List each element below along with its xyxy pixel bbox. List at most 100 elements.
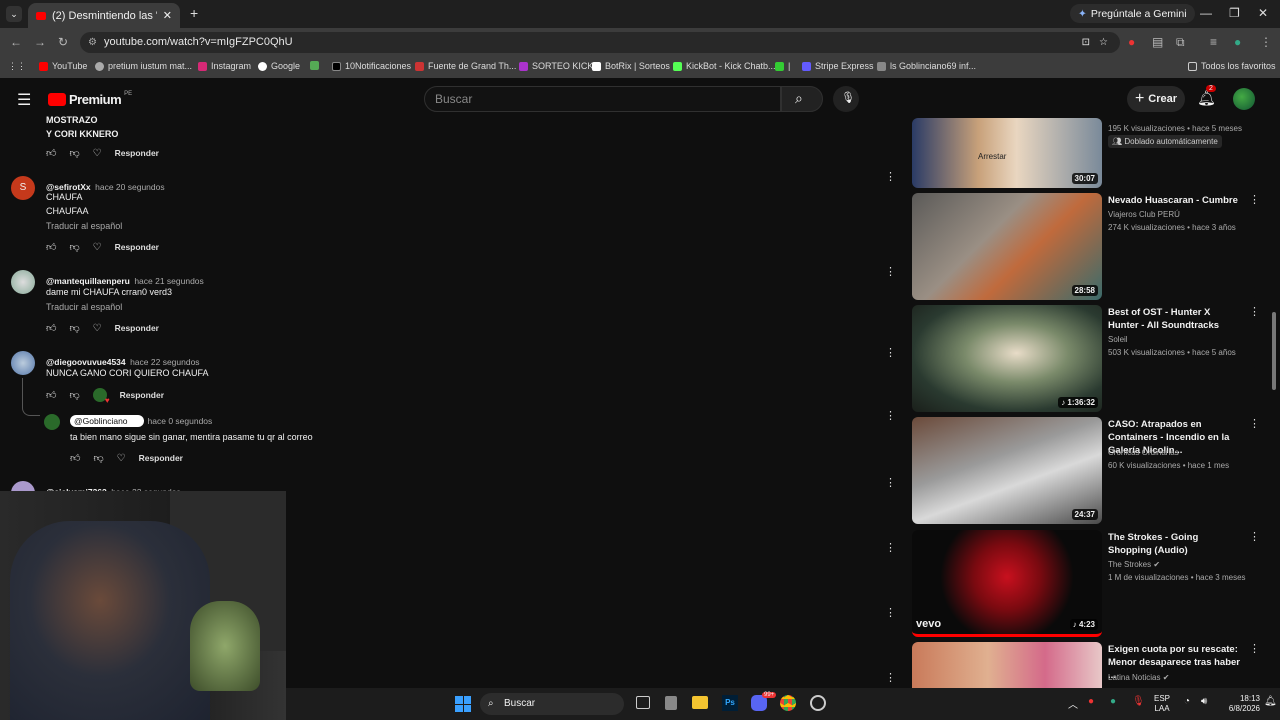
comment-menu-icon[interactable]: ⋮ (885, 478, 896, 489)
reply-button[interactable]: Responder (115, 323, 159, 333)
extension-icon[interactable]: ● (1128, 35, 1135, 49)
new-tab-button[interactable]: + (190, 5, 198, 21)
profile-avatar-icon[interactable]: ● (1234, 35, 1241, 49)
comment-menu-icon[interactable]: ⋮ (885, 172, 896, 183)
bookmark-youtube[interactable]: YouTube (39, 61, 87, 71)
heart-icon[interactable]: ♡ (93, 323, 102, 334)
like-icon[interactable]: 👍︎ (46, 389, 56, 401)
bookmark-pretium[interactable]: pretium iustum mat... (95, 61, 192, 71)
search-button[interactable]: ⌕ (781, 86, 823, 112)
video-channel[interactable]: Latina Noticias ✔ (1108, 671, 1169, 684)
youtube-logo[interactable]: Premium PE (48, 91, 132, 107)
extensions-puzzle-icon[interactable]: ⧉ (1176, 35, 1185, 50)
task-view-icon[interactable] (636, 696, 650, 709)
reply-button[interactable]: Responder (139, 453, 183, 463)
url-input[interactable]: ⚙ youtube.com/watch?v=mIgFZPC0QhU ⊡ ☆ (80, 32, 1120, 53)
reply-button[interactable]: Responder (115, 148, 159, 158)
comment-time[interactable]: hace 20 segundos (95, 182, 164, 192)
translate-link[interactable]: Traducir al español (46, 221, 122, 231)
heart-icon[interactable]: ♡ (93, 148, 102, 159)
dislike-icon[interactable]: 👎︎ (93, 452, 103, 464)
bookmark-instagram[interactable]: Instagram (198, 61, 251, 71)
tray-icon[interactable]: ● (1110, 696, 1116, 707)
video-title[interactable]: Nevado Huascaran - Cumbre (1108, 194, 1243, 207)
clock[interactable]: 18:13 6/8/2026 (1216, 694, 1260, 714)
video-title[interactable]: The Strokes - Going Shopping (Audio) (1108, 531, 1243, 557)
bookmark-star-icon[interactable]: ☆ (1099, 32, 1108, 53)
like-icon[interactable]: 👍︎ (46, 147, 56, 159)
video-thumbnail[interactable]: 24:37 (912, 417, 1102, 524)
video-thumbnail[interactable]: 28:58 (912, 193, 1102, 300)
wifi-icon[interactable]: ◔ (1184, 696, 1190, 707)
site-info-icon[interactable]: ⚙ (88, 32, 97, 53)
avatar[interactable] (44, 414, 60, 430)
voice-search-button[interactable]: 🎙 (833, 86, 859, 112)
comment-time[interactable]: hace 0 segundos (148, 416, 213, 426)
video-thumbnail[interactable]: ♪ 1:36:32 (912, 305, 1102, 412)
reply-button[interactable]: Responder (115, 242, 159, 252)
back-icon[interactable]: ← (10, 35, 22, 49)
bookmark-google[interactable]: Google (258, 61, 300, 71)
video-menu-icon[interactable]: ⋮ (1249, 419, 1260, 430)
media-icon[interactable]: ≡ (1210, 35, 1217, 49)
video-title[interactable]: Best of OST - Hunter X Hunter - All Soun… (1108, 306, 1243, 332)
video-thumbnail[interactable]: vevo ♪ 4:23 (912, 530, 1102, 637)
extension2-icon[interactable]: ▤ (1152, 35, 1163, 49)
video-thumbnail[interactable]: Arrestar 30:07 (912, 118, 1102, 188)
reply-button[interactable]: Responder (120, 390, 164, 400)
video-menu-icon[interactable]: ⋮ (1249, 195, 1260, 206)
scrollbar-thumb[interactable] (1272, 312, 1276, 390)
tray-overflow-icon[interactable]: ︿ (1068, 696, 1078, 711)
translate-link[interactable]: Traducir al español (46, 302, 122, 312)
avatar[interactable] (11, 351, 35, 375)
forward-icon[interactable]: → (34, 35, 46, 49)
bookmark-goblinciano[interactable]: ls Goblinciano69 inf... (877, 61, 976, 71)
video-channel[interactable]: Crónicas Ordinarias (1108, 446, 1179, 459)
bookmark-x[interactable]: 10Notificaciones (332, 61, 411, 71)
comment-menu-icon[interactable]: ⋮ (885, 608, 896, 619)
account-avatar[interactable] (1233, 88, 1255, 110)
search-input[interactable]: Buscar (424, 86, 781, 112)
restore-icon[interactable]: ❐ (1229, 6, 1240, 20)
taskbar-search[interactable]: ⌕ Buscar (480, 693, 624, 715)
app-icon-2[interactable] (810, 695, 826, 711)
heart-icon[interactable]: ♡ (117, 453, 126, 464)
comment-menu-icon[interactable]: ⋮ (885, 267, 896, 278)
close-window-icon[interactable]: ✕ (1258, 6, 1268, 20)
gemini-button[interactable]: ✦ Pregúntale a Gemini (1070, 4, 1195, 23)
volume-icon[interactable]: 🔊︎ (1201, 696, 1207, 707)
heart-icon[interactable]: ♡ (93, 242, 102, 253)
like-icon[interactable]: 👍︎ (46, 241, 56, 253)
avatar[interactable]: S (11, 176, 35, 200)
like-icon[interactable]: 👍︎ (70, 452, 80, 464)
notification-bell-icon[interactable]: 🔔︎ (1264, 696, 1277, 707)
all-bookmarks[interactable]: Todos los favoritos (1188, 61, 1276, 71)
notifications-bell-icon[interactable]: 🔔︎ 2 (1197, 85, 1216, 107)
dislike-icon[interactable]: 👎︎ (69, 389, 79, 401)
dislike-icon[interactable]: 👎︎ (69, 241, 79, 253)
like-icon[interactable]: 👍︎ (46, 322, 56, 334)
bookmark-sorteo[interactable]: SORTEO KICK (519, 61, 593, 71)
dislike-icon[interactable]: 👎︎ (69, 322, 79, 334)
comment-menu-icon[interactable]: ⋮ (885, 543, 896, 554)
reload-icon[interactable]: ↻ (58, 35, 68, 49)
comment-menu-icon[interactable]: ⋮ (885, 411, 896, 422)
create-button[interactable]: + Crear (1127, 86, 1185, 112)
video-menu-icon[interactable]: ⋮ (1249, 307, 1260, 318)
photoshop-icon[interactable]: Ps (722, 695, 738, 711)
avatar[interactable] (11, 270, 35, 294)
comment-menu-icon[interactable]: ⋮ (885, 348, 896, 359)
video-thumbnail[interactable] (912, 642, 1102, 688)
windows-start-icon[interactable] (455, 696, 471, 712)
hamburger-menu-icon[interactable]: ☰ (17, 90, 31, 110)
video-channel[interactable]: Soleil (1108, 333, 1128, 346)
close-tab-icon[interactable]: ✕ (163, 9, 172, 22)
language-indicator[interactable]: ESP LAA (1154, 694, 1170, 714)
apps-grid-icon[interactable]: ⋮⋮ (8, 61, 26, 72)
video-channel[interactable]: The Strokes ✔ (1108, 558, 1160, 571)
bookmark-unknown[interactable] (310, 61, 319, 70)
creator-badge[interactable]: @Goblinciano (70, 415, 144, 427)
dislike-icon[interactable]: 👎︎ (69, 147, 79, 159)
video-menu-icon[interactable]: ⋮ (1249, 532, 1260, 543)
more-menu-icon[interactable]: ⋮ (1260, 35, 1272, 49)
